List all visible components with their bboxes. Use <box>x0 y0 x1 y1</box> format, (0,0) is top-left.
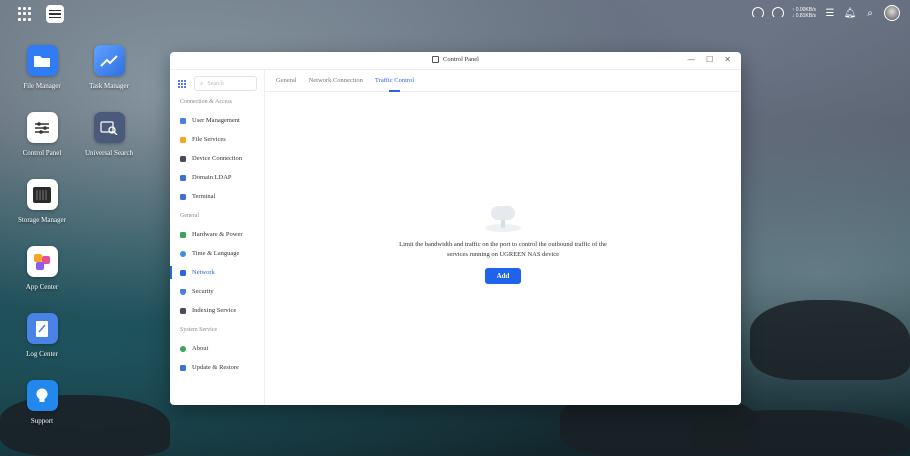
window-title: Control Panel <box>443 56 479 63</box>
sidebar-item-device-connection[interactable]: Device Connection <box>170 149 264 168</box>
update-icon <box>180 364 186 371</box>
avatar[interactable] <box>884 5 900 21</box>
folder-icon <box>26 45 58 76</box>
desktop-icon-storage-manager[interactable]: Storage Manager <box>7 179 77 224</box>
terminal-icon <box>180 193 186 200</box>
ram-gauge-icon[interactable] <box>771 7 784 19</box>
sidebar-item-terminal[interactable]: Terminal <box>170 187 264 206</box>
main-content: General Network Connection Traffic Contr… <box>265 70 741 405</box>
sidebar-item-security[interactable]: Security <box>170 282 264 301</box>
chart-trend-icon <box>93 45 125 76</box>
sidebar-item-label: Domain LDAP <box>192 174 232 181</box>
tab-traffic-control[interactable]: Traffic Control <box>375 70 414 92</box>
tab-bar: General Network Connection Traffic Contr… <box>265 70 741 92</box>
network-icon <box>180 269 186 276</box>
sidebar-item-about[interactable]: About <box>170 339 264 358</box>
search-placeholder: Search <box>207 80 224 87</box>
maximize-button[interactable]: ☐ <box>706 55 713 64</box>
sidebar-item-label: Network <box>192 269 215 276</box>
sidebar-item-label: User Management <box>192 117 240 124</box>
desktop-icon-support[interactable]: Support <box>7 380 77 425</box>
sliders-icon <box>26 112 58 143</box>
tab-network-connection[interactable]: Network Connection <box>309 70 363 92</box>
empty-illustration-icon <box>481 198 525 236</box>
control-panel-taskbar-icon[interactable] <box>46 5 64 23</box>
sidebar-item-file-services[interactable]: File Services <box>170 130 264 149</box>
disk-icon <box>26 179 58 210</box>
search-input[interactable]: ⌕ Search <box>194 76 257 91</box>
desktop-icon-control-panel[interactable]: Control Panel <box>7 112 77 157</box>
sidebar-item-label: Hardware & Power <box>192 231 243 238</box>
control-panel-title-icon <box>432 56 440 63</box>
notification-bell-icon[interactable]: 🔔︎ <box>844 7 857 19</box>
tab-general[interactable]: General <box>276 70 297 92</box>
desktop-icon-app-center[interactable]: App Center <box>7 246 77 291</box>
sidebar-section-general: General <box>180 212 199 219</box>
minimize-button[interactable]: — <box>687 55 695 64</box>
sidebar-section-system-service: System Service <box>180 326 218 333</box>
sidebar-item-label: Indexing Service <box>192 307 237 314</box>
sidebar-item-label: Security <box>192 288 214 295</box>
desktop-icon-task-manager[interactable]: Task Manager <box>74 45 144 90</box>
empty-state: Limit the bandwidth and traffic on the p… <box>265 198 741 284</box>
sidebar-item-label: Terminal <box>192 193 216 200</box>
sidebar-item-hardware-power[interactable]: Hardware & Power <box>170 225 264 244</box>
menu-grid-icon[interactable] <box>178 79 186 88</box>
search-doc-icon <box>93 112 125 143</box>
info-icon <box>180 345 186 352</box>
desktop-icon-label: Control Panel <box>22 149 62 157</box>
desktop-icon-file-manager[interactable]: File Manager <box>7 45 77 90</box>
power-icon <box>180 231 186 238</box>
clock-icon <box>180 250 186 257</box>
sidebar-item-user-management[interactable]: User Management <box>170 111 264 130</box>
window-titlebar[interactable]: Control Panel — ☐ ✕ <box>170 52 741 70</box>
apps-icon <box>26 246 58 277</box>
sidebar-item-time-language[interactable]: Time & Language <box>170 244 264 263</box>
search-icon[interactable]: ⌕ <box>864 7 876 19</box>
desktop-icon-label: File Manager <box>23 82 61 90</box>
empty-message: Limit the bandwidth and traffic on the p… <box>399 241 607 258</box>
task-list-icon[interactable]: ☰ <box>824 7 836 19</box>
sidebar-item-label: File Services <box>192 136 226 143</box>
sidebar-item-label: About <box>192 345 209 352</box>
domain-icon <box>180 174 186 181</box>
desktop-icon-label: Universal Search <box>84 149 133 157</box>
device-icon <box>180 155 186 162</box>
close-button[interactable]: ✕ <box>724 55 731 64</box>
sidebar-item-indexing-service[interactable]: Indexing Service <box>170 301 264 320</box>
index-icon <box>180 307 186 314</box>
desktop-icon-label: Log Center <box>26 350 58 358</box>
sidebar-item-label: Update & Restore <box>192 364 239 371</box>
user-icon <box>180 117 186 124</box>
search-icon: ⌕ <box>200 79 204 87</box>
desktop-icon-label: App Center <box>25 283 59 291</box>
cpu-gauge-icon[interactable] <box>751 7 764 19</box>
sidebar-item-update-restore[interactable]: Update & Restore <box>170 358 264 377</box>
sidebar-section-connection-access: Connection & Access <box>180 98 232 105</box>
sidebar-item-network[interactable]: Network <box>170 263 264 282</box>
sidebar-item-label: Time & Language <box>192 250 240 257</box>
sidebar: ⌕ Search Connection & Access User Manage… <box>170 70 265 405</box>
desktop-icon-label: Storage Manager <box>17 216 66 224</box>
folder-icon <box>180 136 186 143</box>
sidebar-item-domain-ldap[interactable]: Domain LDAP <box>170 168 264 187</box>
desktop-icon-label: Support <box>30 417 54 425</box>
desktop-icon-log-center[interactable]: Log Center <box>7 313 77 358</box>
control-panel-window: Control Panel — ☐ ✕ ⌕ Search Connection … <box>170 52 741 405</box>
network-speed: ↑ 0.00KB/s ↓ 0.81KB/s <box>792 7 816 19</box>
download-speed: ↓ 0.81KB/s <box>791 13 816 19</box>
top-bar: ↑ 0.00KB/s ↓ 0.81KB/s ☰ 🔔︎ ⌕ <box>0 0 910 28</box>
bulb-icon <box>26 380 58 411</box>
shield-icon <box>180 288 186 295</box>
app-grid-icon[interactable] <box>18 7 32 21</box>
desktop-icon-universal-search[interactable]: Universal Search <box>74 112 144 157</box>
add-button[interactable]: Add <box>485 268 521 284</box>
log-icon <box>26 313 58 344</box>
desktop-icon-label: Task Manager <box>89 82 129 90</box>
sidebar-item-label: Device Connection <box>192 155 242 162</box>
